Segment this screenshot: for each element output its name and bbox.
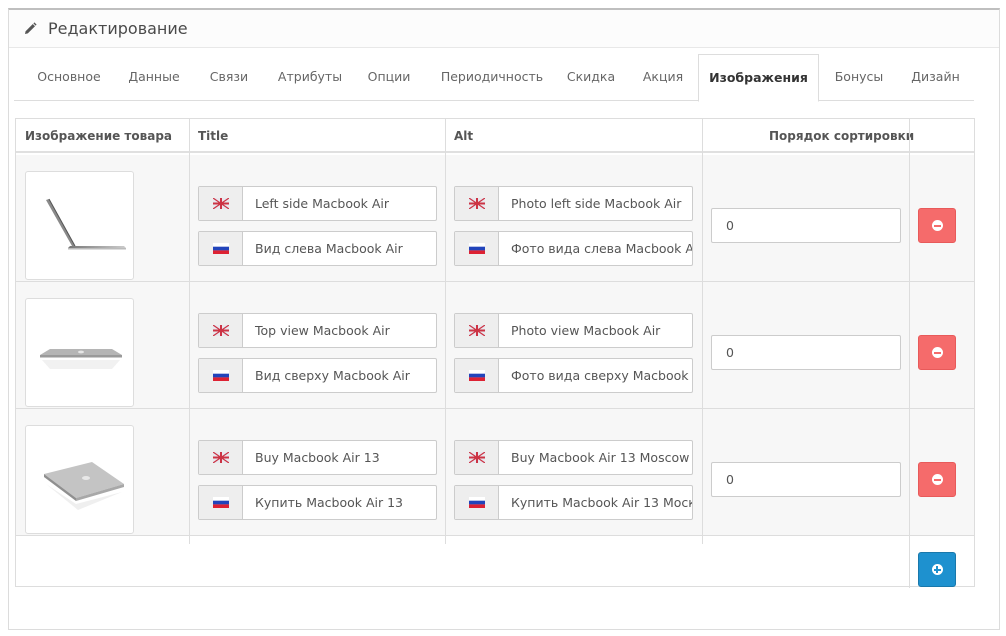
tab-design[interactable]: Дизайн [899, 66, 972, 88]
header-sort-order: Порядок сортировки [769, 129, 915, 143]
uk-flag-icon [199, 314, 243, 347]
remove-image-button[interactable] [918, 462, 956, 497]
add-image-button[interactable] [918, 552, 956, 587]
tab-options[interactable]: Опции [356, 66, 422, 88]
ru-flag-icon [199, 359, 243, 392]
title-input-ru[interactable]: Купить Macbook Air 13 [198, 485, 437, 520]
ru-flag-icon [455, 359, 499, 392]
alt-input-ru[interactable]: Фото вида слева Macbook Air [454, 231, 693, 266]
uk-flag-icon [199, 441, 243, 474]
pencil-icon [23, 21, 37, 36]
plus-circle-icon [931, 564, 943, 575]
header-title: Title [198, 129, 229, 143]
title-input-en[interactable]: Top view Macbook Air [198, 313, 437, 348]
ru-flag-icon [199, 232, 243, 265]
minus-circle-icon [931, 347, 943, 358]
remove-image-button[interactable] [918, 208, 956, 243]
table-header: Изображение товара Title Alt Порядок сор… [16, 119, 974, 153]
tab-reward[interactable]: Бонусы [826, 66, 892, 88]
sort-order-input[interactable]: 0 [711, 335, 901, 370]
page-title: Редактирование [48, 19, 188, 38]
images-table: Изображение товара Title Alt Порядок сор… [15, 118, 975, 588]
minus-circle-icon [931, 474, 943, 485]
laptop-angled-image [43, 461, 124, 510]
ru-flag-icon [455, 486, 499, 519]
tab-general[interactable]: Основное [24, 66, 114, 88]
alt-input-en[interactable]: Photo view Macbook Air [454, 313, 693, 348]
uk-flag-icon [199, 187, 243, 220]
product-image-thumbnail[interactable] [25, 425, 134, 534]
tab-bar: Основное Данные Связи Атрибуты Опции Пер… [14, 54, 974, 102]
ru-flag-icon [199, 486, 243, 519]
alt-input-en[interactable]: Photo left side Macbook Air [454, 186, 693, 221]
product-image-thumbnail[interactable] [25, 298, 134, 407]
minus-circle-icon [931, 220, 943, 231]
uk-flag-icon [455, 441, 499, 474]
tab-special[interactable]: Акция [634, 66, 692, 88]
tab-attributes[interactable]: Атрибуты [265, 66, 355, 88]
tab-discount[interactable]: Скидка [556, 66, 626, 88]
title-input-en[interactable]: Left side Macbook Air [198, 186, 437, 221]
laptop-top-image [39, 348, 122, 369]
header-image: Изображение товара [25, 129, 172, 143]
alt-input-ru[interactable]: Купить Macbook Air 13 Москва [454, 485, 693, 520]
remove-image-button[interactable] [918, 335, 956, 370]
uk-flag-icon [455, 314, 499, 347]
uk-flag-icon [455, 187, 499, 220]
sort-order-input[interactable]: 0 [711, 208, 901, 243]
tab-data[interactable]: Данные [117, 66, 191, 88]
title-input-ru[interactable]: Вид сверху Macbook Air [198, 358, 437, 393]
tab-recurring[interactable]: Периодичность [430, 66, 554, 88]
sort-order-input[interactable]: 0 [711, 462, 901, 497]
laptop-side-image [45, 198, 126, 249]
tab-links[interactable]: Связи [199, 66, 259, 88]
tab-images[interactable]: Изображения [698, 54, 819, 102]
title-input-en[interactable]: Buy Macbook Air 13 [198, 440, 437, 475]
title-input-ru[interactable]: Вид слева Macbook Air [198, 231, 437, 266]
alt-input-ru[interactable]: Фото вида сверху Macbook Air [454, 358, 693, 393]
alt-input-en[interactable]: Buy Macbook Air 13 Moscow [454, 440, 693, 475]
product-image-thumbnail[interactable] [25, 171, 134, 280]
ru-flag-icon [455, 232, 499, 265]
header-alt: Alt [454, 129, 474, 143]
panel-heading: Редактирование [9, 10, 999, 48]
